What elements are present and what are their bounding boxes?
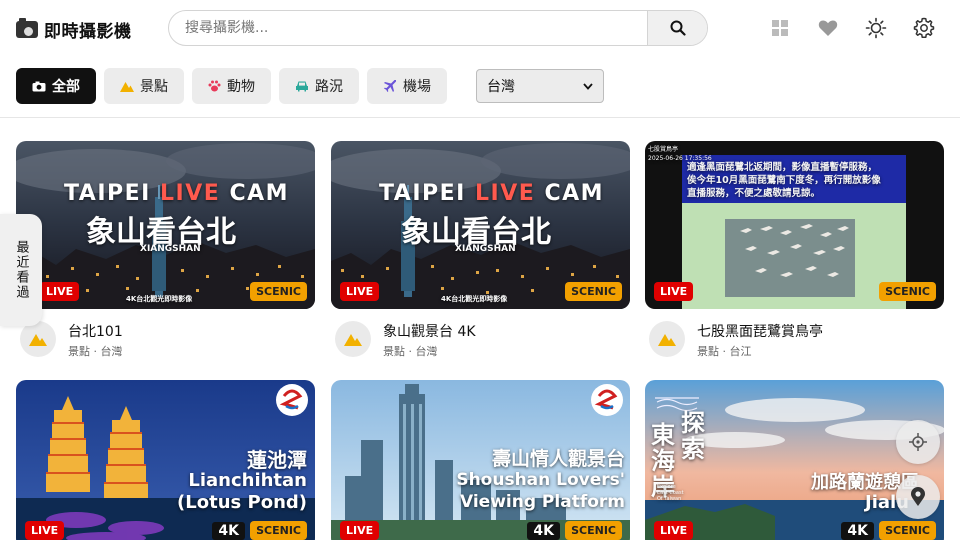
search-bar <box>168 10 708 46</box>
overlay-title: 蓮池潭 <box>247 448 307 472</box>
grid-icon <box>772 20 788 36</box>
grid-view-button[interactable] <box>768 16 792 40</box>
mountain-icon <box>658 334 676 346</box>
camera-thumbnail[interactable]: TAIPEI LIVE CAM 象山看台北 XIANGSHAN 4K台北觀光即時… <box>331 141 630 309</box>
notice-line-1: 適逢黑面琵鷺北返期間，影像直播暫停服務， <box>687 162 878 173</box>
recently-viewed-label: 最近看過 <box>13 240 29 300</box>
category-badge: SCENIC <box>250 521 307 540</box>
notice-line-2: 俟今年10月黑面琵鷺南下度冬，再行開放影像 <box>687 175 881 186</box>
mountain-icon <box>120 82 134 92</box>
filter-scenic-chip[interactable]: 景點 <box>104 68 184 104</box>
overlay-caption: (Lotus Pond) <box>177 492 307 513</box>
chevron-down-icon <box>583 82 593 90</box>
filter-airport-label: 機場 <box>403 79 431 95</box>
overlay-subtitle: Shoushan Lovers' <box>456 470 625 490</box>
live-badge: LIVE <box>25 521 65 540</box>
filter-animals-chip[interactable]: 動物 <box>192 68 271 104</box>
category-badge: SCENIC <box>879 521 936 540</box>
camera-thumbnail[interactable]: 東海岸 探索 Explore East Coast Of Taiwan 加路蘭遊憩區… <box>645 380 944 540</box>
overlay-location: XIANGSHAN <box>455 244 516 254</box>
car-icon <box>296 81 308 92</box>
heart-icon <box>818 20 838 36</box>
filter-airport-chip[interactable]: 機場 <box>367 68 447 104</box>
camera-thumbnail[interactable]: 壽山情人觀景台 Shoushan Lovers' Viewing Platfor… <box>331 380 630 540</box>
card-title[interactable]: 象山觀景台 4K <box>383 321 476 341</box>
camera-caption: 七股賞鳥亭 <box>648 146 679 153</box>
overlay-subtitle: Lianchihtan <box>188 470 307 491</box>
card-meta: 七股黑面琵鷺賞鳥亭 景點 · 台江 <box>649 319 944 363</box>
app-title: 即時攝影機 <box>44 21 132 42</box>
settings-button[interactable] <box>912 16 936 40</box>
camera-thumbnail[interactable]: 蓮池潭 Lianchihtan (Lotus Pond) LIVE 4K SCE… <box>16 380 315 540</box>
category-avatar <box>20 321 56 357</box>
search-input[interactable] <box>169 11 647 45</box>
overlay-small-caption: Explore East Coast Of Taiwan <box>657 484 684 502</box>
card-subtitle: 景點 · 台灣 <box>383 345 438 358</box>
paw-icon <box>208 80 221 92</box>
quality-badge: 4K <box>527 522 560 540</box>
app-header: 即時攝影機 <box>0 0 960 56</box>
card-meta: 台北101 景點 · 台灣 <box>20 319 315 363</box>
filter-scenic-label: 景點 <box>140 79 168 95</box>
filter-animals-label: 動物 <box>227 79 255 95</box>
category-filters: 全部 景點 動物 路況 機場 <box>16 68 447 104</box>
locate-me-button[interactable] <box>896 420 940 464</box>
search-icon <box>670 20 686 36</box>
camera-logo-icon <box>16 17 38 38</box>
notice-line-3: 直播服務，不便之處敬請見諒。 <box>687 188 821 199</box>
overlay-caption: Viewing Platform <box>460 492 625 512</box>
quality-badge: 4K <box>841 522 874 540</box>
camera-thumbnail[interactable]: TAIPEI LIVE CAM 象山看台北 XIANGSHAN 4K台北觀光即時… <box>16 141 315 309</box>
card-subtitle: 景點 · 台江 <box>697 345 752 358</box>
mountain-icon <box>29 334 47 346</box>
overlay-title: 壽山情人觀景台 <box>491 448 625 470</box>
gear-icon <box>913 17 935 38</box>
search-button[interactable] <box>647 11 707 45</box>
favorites-button[interactable] <box>816 16 840 40</box>
overlay-location: XIANGSHAN <box>140 244 201 254</box>
recently-viewed-tab[interactable]: 最近看過 <box>0 214 42 326</box>
quality-badge: 4K <box>212 522 245 540</box>
live-badge: LIVE <box>40 282 80 301</box>
filter-traffic-chip[interactable]: 路況 <box>279 68 359 104</box>
overlay-caption: 4K台北觀光即時影像 <box>441 295 508 303</box>
overlay-caption: 4K台北觀光即時影像 <box>126 295 193 303</box>
crosshair-icon <box>909 433 927 451</box>
plane-icon <box>384 80 396 92</box>
region-select[interactable]: 台灣 <box>476 69 604 103</box>
category-badge: SCENIC <box>879 282 936 301</box>
filter-all-label: 全部 <box>52 79 80 95</box>
card-title[interactable]: 台北101 <box>68 321 123 341</box>
mountain-icon <box>344 334 362 346</box>
overlay-title: TAIPEI LIVE CAM <box>379 181 605 206</box>
category-avatar <box>335 321 371 357</box>
filter-traffic-label: 路況 <box>315 79 343 95</box>
camera-thumbnail[interactable]: 七股賞鳥亭 2025-06-26 17:35:56 適逢黑面琵鷺北返期間，影像直… <box>645 141 944 309</box>
category-badge: SCENIC <box>565 282 622 301</box>
live-badge: LIVE <box>340 282 380 301</box>
theme-toggle-button[interactable] <box>864 16 888 40</box>
map-pin-button[interactable] <box>896 475 940 519</box>
live-badge: LIVE <box>340 521 380 540</box>
region-select-value: 台灣 <box>487 79 515 95</box>
map-pin-icon <box>911 487 925 506</box>
live-badge: LIVE <box>654 521 694 540</box>
card-subtitle: 景點 · 台灣 <box>68 345 123 358</box>
camera-icon <box>32 81 46 91</box>
header-divider <box>0 117 960 118</box>
overlay-title: TAIPEI LIVE CAM <box>64 181 290 206</box>
filter-all-chip[interactable]: 全部 <box>16 68 96 104</box>
card-title[interactable]: 七股黑面琵鷺賞鳥亭 <box>697 321 823 341</box>
card-meta: 象山觀景台 4K 景點 · 台灣 <box>335 319 630 363</box>
category-avatar <box>649 321 685 357</box>
sun-icon <box>865 17 887 39</box>
category-badge: SCENIC <box>565 521 622 540</box>
category-badge: SCENIC <box>250 282 307 301</box>
app-logo[interactable]: 即時攝影機 <box>16 17 132 42</box>
live-badge: LIVE <box>654 282 694 301</box>
overlay-vertical-2: 探索 <box>681 409 705 463</box>
